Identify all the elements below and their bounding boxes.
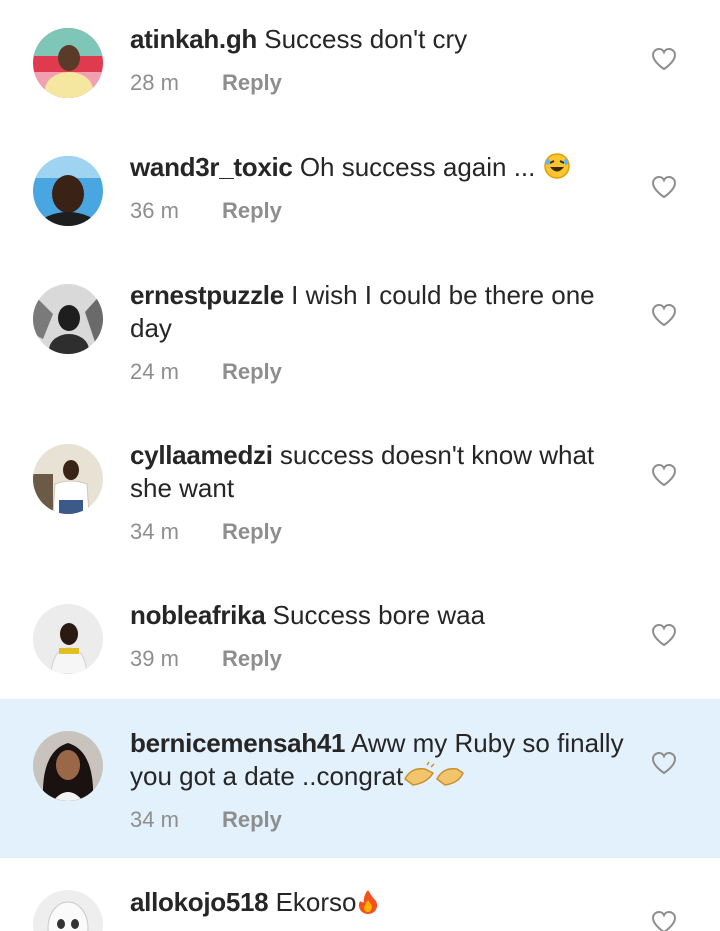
reply-button[interactable]: Reply [222,359,282,384]
comment-username[interactable]: allokojo518 [130,887,269,917]
heart-icon [651,910,677,931]
comments-list: atinkah.gh Success don't cry 28 m Reply w… [0,0,720,931]
avatar[interactable] [33,156,103,226]
avatar[interactable] [33,28,103,98]
comment-timestamp: 34 m [130,807,179,832]
reply-button[interactable]: Reply [222,70,282,95]
like-button[interactable] [651,751,677,775]
comment-username[interactable]: bernicemensah41 [130,728,345,758]
comment-timestamp: 28 m [130,70,179,95]
comment-text: Success bore waa [272,600,486,630]
comment-meta: 34 m Reply [130,519,282,545]
heart-icon [651,463,677,487]
reply-button[interactable]: Reply [222,198,282,223]
comment-username[interactable]: nobleafrika [130,600,266,630]
comment-username[interactable]: atinkah.gh [130,24,257,54]
fire-emoji [356,889,380,923]
like-button[interactable] [651,623,677,647]
heart-icon [651,623,677,647]
like-button[interactable] [651,463,677,487]
comment-username[interactable]: ernestpuzzle [130,280,284,310]
clapping-hands-emoji [403,761,465,797]
comment-meta: 24 m Reply [130,359,282,385]
comment-meta: 36 m Reply [130,198,282,224]
comment-meta: 39 m Reply [130,646,282,672]
avatar[interactable] [33,731,103,801]
rofl-emoji [543,152,571,188]
comment-body: ernestpuzzle I wish I could be there one… [130,279,640,345]
comment-item: nobleafrika Success bore waa 39 m Reply [0,576,720,699]
comment-item-highlighted: bernicemensah41 Aww my Ruby so finally y… [0,699,720,858]
avatar[interactable] [33,890,103,931]
comment-timestamp: 36 m [130,198,179,223]
comment-item: allokojo518 Ekorso [0,858,720,931]
comment-body: atinkah.gh Success don't cry [130,23,640,56]
comment-item: cyllaamedzi success doesn't know what sh… [0,416,720,576]
like-button[interactable] [651,47,677,71]
comment-meta: 28 m Reply [130,70,282,96]
comment-text: Success don't cry [264,24,468,54]
comment-timestamp: 34 m [130,519,179,544]
heart-icon [651,47,677,71]
comment-timestamp: 39 m [130,646,179,671]
avatar[interactable] [33,604,103,674]
comment-body: allokojo518 Ekorso [130,886,640,923]
comment-body: nobleafrika Success bore waa [130,599,640,632]
comment-text: Oh success again ... [299,152,536,182]
comment-item: wand3r_toxic Oh success again ... 36 m Re… [0,128,720,256]
comment-item: atinkah.gh Success don't cry 28 m Reply [0,0,720,128]
heart-icon [651,751,677,775]
comment-text: Ekorso [275,887,357,917]
heart-icon [651,303,677,327]
avatar[interactable] [33,284,103,354]
like-button[interactable] [651,303,677,327]
comment-body: cyllaamedzi success doesn't know what sh… [130,439,640,505]
like-button[interactable] [651,175,677,199]
comment-username[interactable]: wand3r_toxic [130,152,293,182]
heart-icon [651,175,677,199]
like-button[interactable] [651,910,677,931]
avatar[interactable] [33,444,103,514]
comment-body: bernicemensah41 Aww my Ruby so finally y… [130,727,640,797]
comment-meta: 34 m Reply [130,807,282,833]
reply-button[interactable]: Reply [222,519,282,544]
comment-body: wand3r_toxic Oh success again ... [130,151,640,188]
reply-button[interactable]: Reply [222,807,282,832]
comment-username[interactable]: cyllaamedzi [130,440,273,470]
comment-item: ernestpuzzle I wish I could be there one… [0,256,720,416]
comment-timestamp: 24 m [130,359,179,384]
reply-button[interactable]: Reply [222,646,282,671]
